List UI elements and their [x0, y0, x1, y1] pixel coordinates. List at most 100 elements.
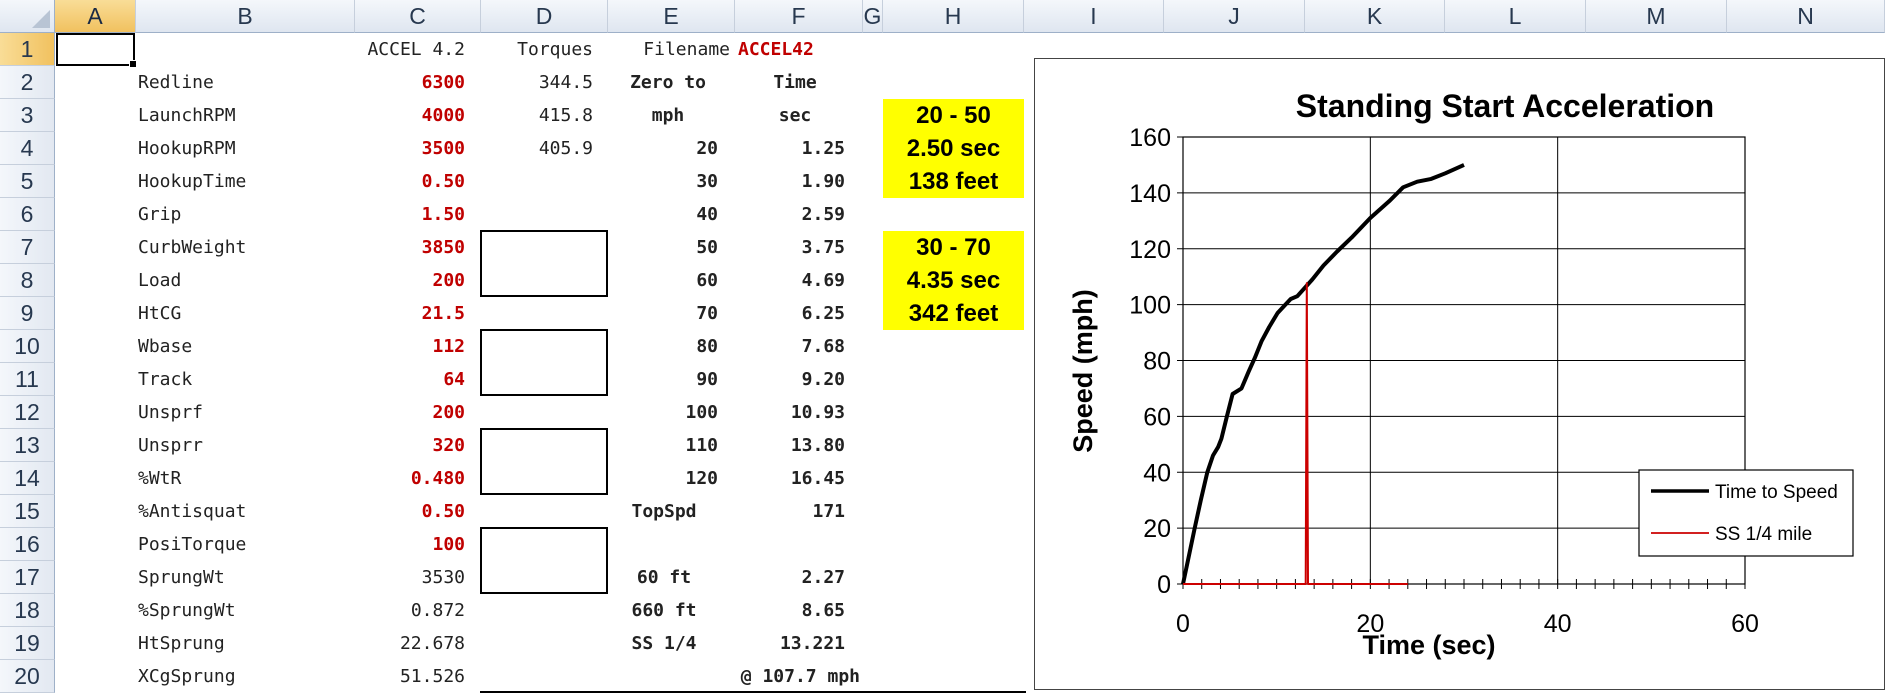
cell-b6-param-label[interactable]: Grip [138, 198, 353, 231]
cell-c15-param-value[interactable]: 0.50 [355, 495, 465, 528]
row-header-9[interactable]: 9 [0, 297, 55, 330]
cell-f6-time[interactable]: 2.59 [735, 198, 845, 231]
cell-b16-param-label[interactable]: PosiTorque [138, 528, 353, 561]
cell-c12-param-value[interactable]: 200 [355, 396, 465, 429]
cell-b9-param-label[interactable]: HtCG [138, 297, 353, 330]
row-header-17[interactable]: 17 [0, 561, 55, 594]
row-header-2[interactable]: 2 [0, 66, 55, 99]
column-header-c[interactable]: C [355, 0, 481, 33]
cell-c13-param-value[interactable]: 320 [355, 429, 465, 462]
cell-e11-speed[interactable]: 90 [608, 363, 718, 396]
cell-f14-time[interactable]: 16.45 [735, 462, 845, 495]
cell-c4-param-value[interactable]: 3500 [355, 132, 465, 165]
cell-b8-param-label[interactable]: Load [138, 264, 353, 297]
cell-f4-time[interactable]: 1.25 [735, 132, 845, 165]
column-header-b[interactable]: B [136, 0, 355, 33]
column-header-k[interactable]: K [1305, 0, 1445, 33]
cell-e19-distance-label[interactable]: SS 1/4 [608, 627, 720, 660]
cell-d1-torques-header[interactable]: Torques [481, 33, 593, 66]
column-header-i[interactable]: I [1024, 0, 1164, 33]
row-header-6[interactable]: 6 [0, 198, 55, 231]
column-header-f[interactable]: F [735, 0, 863, 33]
column-header-g[interactable]: G [863, 0, 883, 33]
row-header-4[interactable]: 4 [0, 132, 55, 165]
row-header-20[interactable]: 20 [0, 660, 55, 693]
cell-e18-distance-label[interactable]: 660 ft [608, 594, 720, 627]
cell-c1-program-title[interactable]: ACCEL 4.2 [355, 33, 465, 66]
cell-e4-speed[interactable]: 20 [608, 132, 718, 165]
cell-c19-param-value[interactable]: 22.678 [355, 627, 465, 660]
cell-f15-topspd-value[interactable]: 171 [735, 495, 845, 528]
cell-e7-speed[interactable]: 50 [608, 231, 718, 264]
cell-f9-time[interactable]: 6.25 [735, 297, 845, 330]
cell-e10-speed[interactable]: 80 [608, 330, 718, 363]
cell-f7-time[interactable]: 3.75 [735, 231, 845, 264]
acceleration-chart[interactable]: Standing Start Acceleration Speed (mph) … [1034, 58, 1885, 690]
cell-e3-mph[interactable]: mph [608, 99, 728, 132]
column-header-l[interactable]: L [1445, 0, 1586, 33]
active-cell-a1[interactable] [56, 33, 137, 68]
cell-b15-param-label[interactable]: %Antisquat [138, 495, 353, 528]
row-header-16[interactable]: 16 [0, 528, 55, 561]
row-header-14[interactable]: 14 [0, 462, 55, 495]
fill-handle[interactable] [129, 60, 137, 68]
cell-f8-time[interactable]: 4.69 [735, 264, 845, 297]
cell-e17-distance-label[interactable]: 60 ft [608, 561, 720, 594]
row-header-1[interactable]: 1 [0, 33, 55, 66]
row-header-3[interactable]: 3 [0, 99, 55, 132]
cell-b2-param-label[interactable]: Redline [138, 66, 353, 99]
row-header-12[interactable]: 12 [0, 396, 55, 429]
cell-b14-param-label[interactable]: %WtR [138, 462, 353, 495]
column-header-a[interactable]: A [55, 0, 136, 33]
cell-b17-param-label[interactable]: SprungWt [138, 561, 353, 594]
cell-c6-param-value[interactable]: 1.50 [355, 198, 465, 231]
cell-b13-param-label[interactable]: Unsprr [138, 429, 353, 462]
column-header-e[interactable]: E [608, 0, 735, 33]
row-header-5[interactable]: 5 [0, 165, 55, 198]
cell-e15-topspd-label[interactable]: TopSpd [608, 495, 720, 528]
row-header-10[interactable]: 10 [0, 330, 55, 363]
cell-e1-filename-label[interactable]: Filename [608, 33, 730, 66]
cell-b4-param-label[interactable]: HookupRPM [138, 132, 353, 165]
cell-b18-param-label[interactable]: %SprungWt [138, 594, 353, 627]
cell-f18-distance-time[interactable]: 8.65 [735, 594, 845, 627]
cell-f17-distance-time[interactable]: 2.27 [735, 561, 845, 594]
cell-b3-param-label[interactable]: LaunchRPM [138, 99, 353, 132]
row-header-18[interactable]: 18 [0, 594, 55, 627]
cell-d2-torque[interactable]: 344.5 [481, 66, 593, 99]
cell-b12-param-label[interactable]: Unsprf [138, 396, 353, 429]
select-all-corner[interactable] [0, 0, 55, 33]
cell-e6-speed[interactable]: 40 [608, 198, 718, 231]
cell-c7-param-value[interactable]: 3850 [355, 231, 465, 264]
row-header-11[interactable]: 11 [0, 363, 55, 396]
cell-f19-distance-time[interactable]: 13.221 [735, 627, 845, 660]
cell-c10-param-value[interactable]: 112 [355, 330, 465, 363]
column-header-m[interactable]: M [1586, 0, 1727, 33]
column-header-j[interactable]: J [1164, 0, 1305, 33]
cell-f5-time[interactable]: 1.90 [735, 165, 845, 198]
row-header-19[interactable]: 19 [0, 627, 55, 660]
cell-f12-time[interactable]: 10.93 [735, 396, 845, 429]
row-header-7[interactable]: 7 [0, 231, 55, 264]
cell-c17-param-value[interactable]: 3530 [355, 561, 465, 594]
row-header-8[interactable]: 8 [0, 264, 55, 297]
cell-e2-zero-to[interactable]: Zero to [608, 66, 728, 99]
cell-b10-param-label[interactable]: Wbase [138, 330, 353, 363]
chart-legend[interactable]: Time to Speed SS 1/4 mile [1638, 469, 1854, 557]
cell-f3-sec[interactable]: sec [735, 99, 855, 132]
cell-e20-trap-speed[interactable]: @ 107.7 mph [640, 660, 860, 693]
cell-e5-speed[interactable]: 30 [608, 165, 718, 198]
cell-b20-param-label[interactable]: XCgSprung [138, 660, 353, 693]
row-header-15[interactable]: 15 [0, 495, 55, 528]
cell-f1-filename-value[interactable]: ACCEL42 [738, 33, 858, 66]
column-header-d[interactable]: D [481, 0, 608, 33]
cell-b19-param-label[interactable]: HtSprung [138, 627, 353, 660]
cell-c5-param-value[interactable]: 0.50 [355, 165, 465, 198]
cell-c18-param-value[interactable]: 0.872 [355, 594, 465, 627]
cell-c2-param-value[interactable]: 6300 [355, 66, 465, 99]
cell-e13-speed[interactable]: 110 [608, 429, 718, 462]
cell-c11-param-value[interactable]: 64 [355, 363, 465, 396]
cell-b5-param-label[interactable]: HookupTime [138, 165, 353, 198]
row-header-13[interactable]: 13 [0, 429, 55, 462]
cell-d4-torque[interactable]: 405.9 [481, 132, 593, 165]
